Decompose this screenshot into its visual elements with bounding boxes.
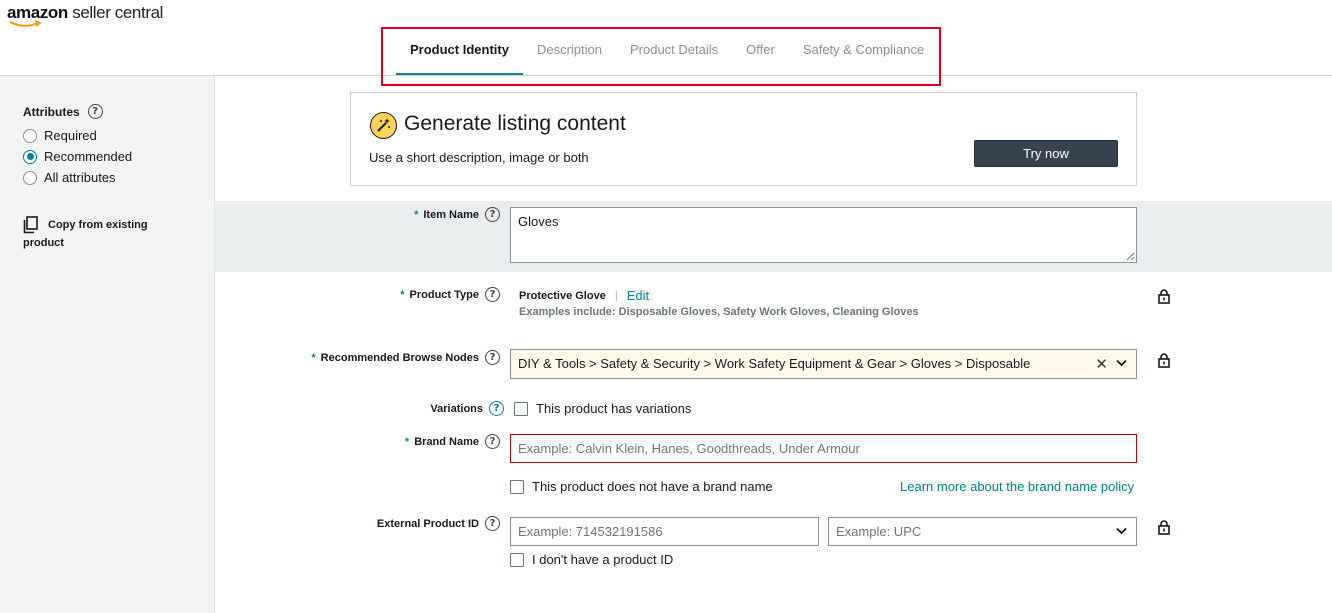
item-name-input[interactable]: Gloves: [510, 207, 1137, 263]
lock-icon: [1158, 353, 1170, 368]
radio-button[interactable]: [23, 170, 37, 185]
checkbox-label: This product does not have a brand name: [532, 479, 773, 494]
product-id-type-placeholder: Example: UPC: [836, 524, 922, 539]
copy-icon: [23, 216, 38, 234]
generate-subtitle: Use a short description, image or both: [369, 150, 589, 165]
listing-tabs: Product Identity Description Product Det…: [396, 36, 938, 76]
no-product-id-checkbox[interactable]: I don't have a product ID: [510, 552, 673, 567]
edit-product-type-link[interactable]: Edit: [627, 288, 649, 303]
browse-nodes-value: DIY & Tools > Safety & Security > Work S…: [518, 356, 1031, 371]
checkbox-label: This product has variations: [536, 401, 692, 416]
radio-label: All attributes: [44, 170, 116, 185]
item-name-label: * Item Name ?: [380, 207, 500, 222]
variations-label: Variations ?: [380, 401, 504, 416]
required-asterisk: *: [404, 435, 410, 448]
product-type-label: * Product Type ?: [300, 287, 500, 302]
product-id-type-select[interactable]: Example: UPC: [828, 517, 1137, 546]
magic-wand-icon: [370, 112, 397, 139]
product-type-examples: Examples include: Disposable Gloves, Saf…: [519, 306, 919, 318]
radio-recommended[interactable]: Recommended: [23, 149, 132, 164]
required-asterisk: *: [414, 208, 419, 221]
radio-all-attributes[interactable]: All attributes: [23, 170, 116, 185]
resize-grip-icon[interactable]: [1126, 252, 1135, 261]
product-type-label-text: Product Type: [409, 288, 479, 301]
product-type-name: Protective Glove: [519, 289, 606, 302]
has-variations-checkbox[interactable]: This product has variations: [514, 401, 691, 416]
help-icon[interactable]: ?: [485, 434, 500, 449]
lock-icon: [1158, 520, 1170, 535]
wand-glyph: [377, 118, 390, 132]
item-name-value: Gloves: [518, 214, 559, 229]
radio-button-selected[interactable]: [23, 149, 37, 164]
clear-icon[interactable]: ✕: [1095, 355, 1108, 373]
separator: |: [614, 289, 618, 302]
browse-nodes-label: * Recommended Browse Nodes ?: [280, 350, 500, 365]
attributes-title: Attributes: [23, 104, 80, 119]
attributes-sidebar: Attributes ? Required Recommended All at…: [0, 76, 215, 613]
help-icon[interactable]: ?: [87, 104, 103, 119]
tab-offer[interactable]: Offer: [732, 36, 789, 76]
required-asterisk: *: [311, 351, 316, 364]
help-icon[interactable]: ?: [485, 287, 500, 302]
browse-nodes-label-text: Recommended Browse Nodes: [320, 351, 479, 364]
tab-description[interactable]: Description: [523, 36, 616, 76]
help-icon[interactable]: ?: [485, 516, 500, 531]
brand-name-label: * Brand Name ?: [380, 434, 500, 449]
radio-required[interactable]: Required: [23, 128, 97, 143]
lock-icon: [1158, 289, 1170, 304]
help-icon[interactable]: ?: [485, 207, 500, 222]
help-icon[interactable]: ?: [489, 401, 504, 416]
logo-product-text: seller central: [72, 3, 164, 22]
radio-label: Required: [44, 128, 97, 143]
help-icon[interactable]: ?: [485, 350, 500, 365]
checkbox[interactable]: [510, 552, 524, 567]
tab-safety-compliance[interactable]: Safety & Compliance: [789, 36, 938, 76]
chevron-down-icon: [1116, 527, 1127, 535]
checkbox-label: I don't have a product ID: [532, 552, 674, 567]
chevron-down-icon[interactable]: [1116, 359, 1127, 367]
amazon-seller-central-logo[interactable]: amazon seller central: [7, 3, 164, 27]
tab-product-identity[interactable]: Product Identity: [396, 36, 523, 76]
external-product-id-input[interactable]: [510, 517, 819, 546]
copy-link-text-2: product: [23, 237, 64, 249]
variations-label-text: Variations: [430, 402, 483, 415]
amazon-smile-icon: [9, 20, 42, 27]
external-product-id-label: External Product ID ?: [340, 516, 500, 531]
radio-label: Recommended: [44, 149, 133, 164]
copy-link-text-1: Copy from existing: [48, 219, 148, 231]
radio-button[interactable]: [23, 128, 37, 143]
checkbox[interactable]: [514, 401, 528, 416]
generate-listing-card: Generate listing content Use a short des…: [350, 92, 1137, 186]
attributes-heading: Attributes ?: [23, 104, 103, 119]
browse-nodes-select[interactable]: DIY & Tools > Safety & Security > Work S…: [510, 349, 1137, 379]
brand-name-policy-link[interactable]: Learn more about the brand name policy: [900, 479, 1134, 494]
brand-name-label-text: Brand Name: [414, 435, 479, 448]
try-now-button[interactable]: Try now: [974, 140, 1118, 167]
item-name-label-text: Item Name: [423, 208, 479, 221]
required-asterisk: *: [400, 288, 405, 301]
tab-product-details[interactable]: Product Details: [616, 36, 732, 76]
checkbox[interactable]: [510, 479, 524, 494]
copy-from-existing-product-link[interactable]: Copy from existing product: [23, 216, 173, 252]
product-type-value: Protective Glove | Edit: [519, 288, 649, 303]
no-brand-name-checkbox[interactable]: This product does not have a brand name: [510, 479, 773, 494]
generate-title: Generate listing content: [404, 112, 626, 135]
brand-name-input[interactable]: [510, 434, 1137, 463]
external-id-label-text: External Product ID: [376, 517, 479, 530]
